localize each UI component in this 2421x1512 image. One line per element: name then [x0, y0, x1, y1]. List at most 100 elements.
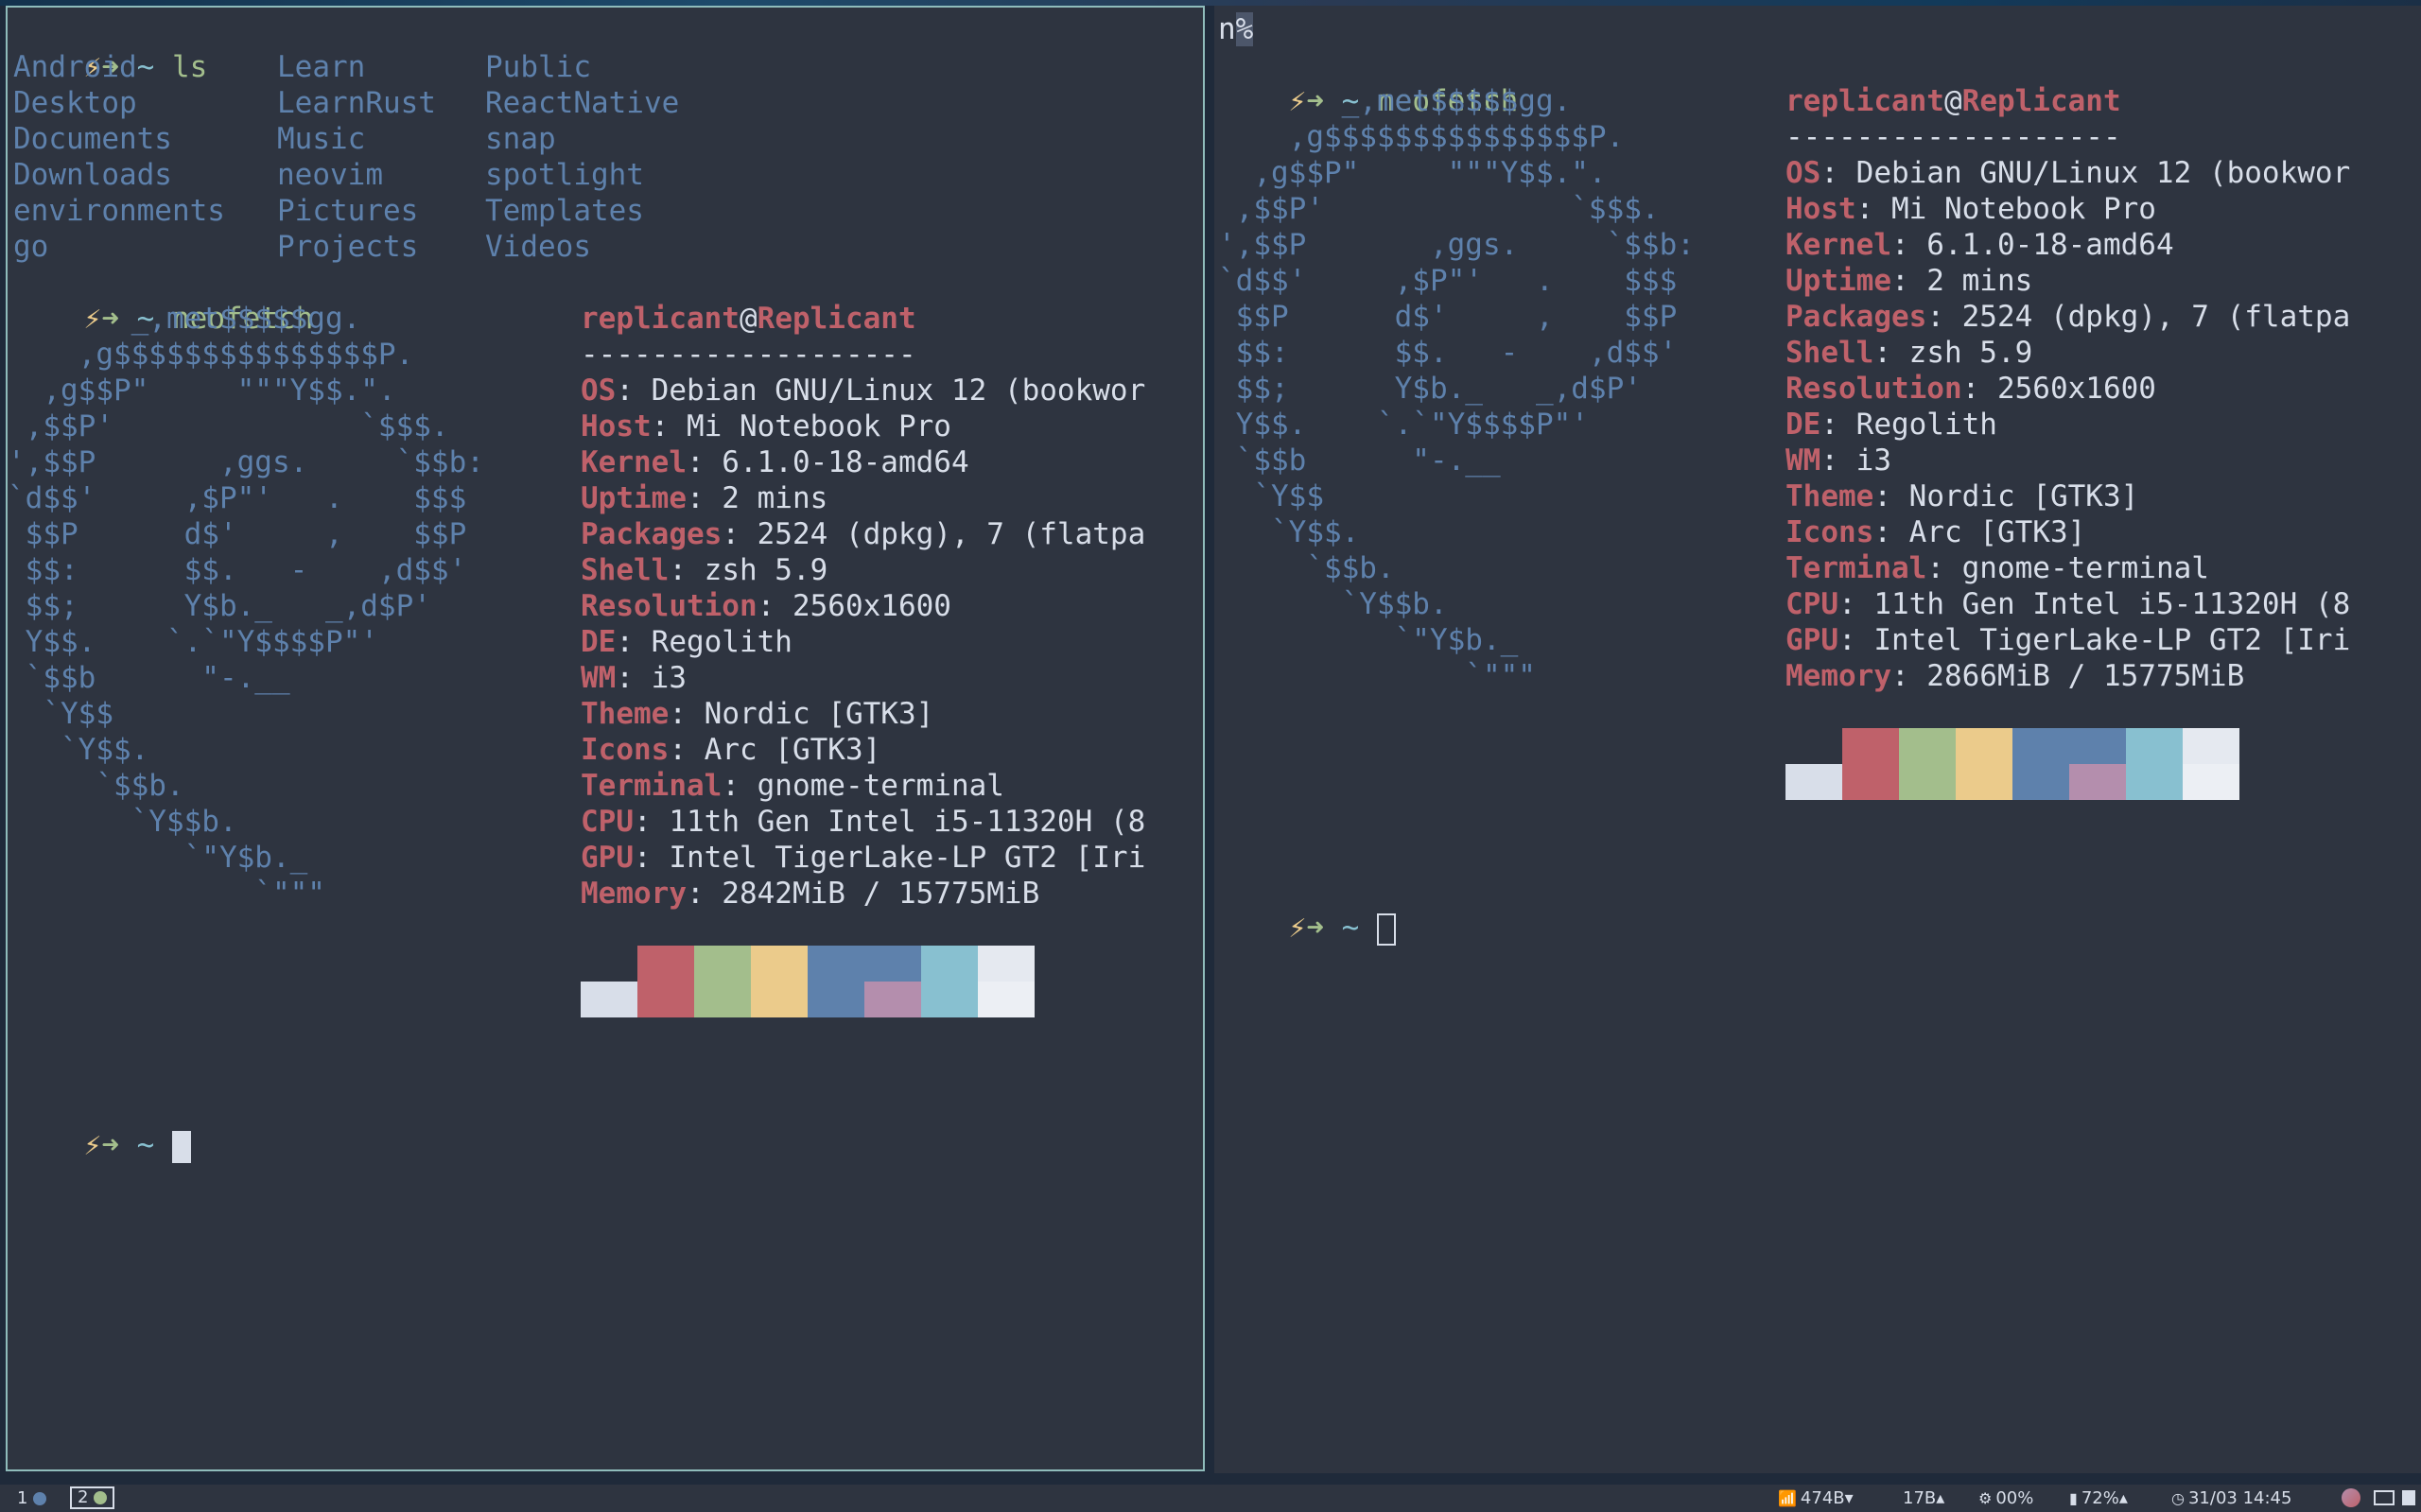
info-row: Uptime: 2 mins: [581, 480, 827, 516]
info-key: DE: [1785, 408, 1821, 442]
info-row: Host: Mi Notebook Pro: [1785, 191, 2156, 227]
info-value: : 2560x1600: [1961, 372, 2156, 406]
info-value: : Debian GNU/Linux 12 (bookwor: [616, 374, 1146, 408]
workspace-number: 2: [78, 1487, 89, 1507]
ls-entry: Videos: [485, 230, 591, 264]
terminal-right[interactable]: n% ⚡➜ ~ neofetch _,met$$$$$gg. ,g$$$$$$$…: [1214, 6, 2421, 1473]
info-value: : 6.1.0-18-amd64: [1890, 228, 2174, 262]
terminal-left[interactable]: ⚡➜ ~ ls Android Desktop Documents Downloads…: [6, 6, 1205, 1471]
info-key: CPU: [581, 805, 634, 839]
separator: -------------------: [1785, 120, 2121, 154]
info-value: : zsh 5.9: [1873, 336, 2033, 370]
prompt-line[interactable]: ⚡➜ ~: [13, 1091, 192, 1199]
logo-line: ,g$$P" """Y$$.".: [1218, 156, 1607, 190]
at-sign: @: [739, 302, 758, 336]
info-row: Shell: zsh 5.9: [1785, 335, 2032, 371]
workspace-1[interactable]: 1: [11, 1486, 52, 1510]
palette-swatch: [2126, 764, 2183, 800]
info-key: Uptime: [1785, 264, 1891, 298]
battery-stat[interactable]: ▮ 72%▴: [2069, 1485, 2128, 1512]
info-row: OS: Debian GNU/Linux 12 (bookwor: [1785, 155, 2350, 191]
info-key: Kernel: [1785, 228, 1891, 262]
user-host: replicant@Replicant: [581, 301, 916, 337]
info-value: : i3: [616, 661, 687, 695]
prompt-line[interactable]: ⚡➜ ~: [1218, 874, 1397, 982]
logo-line: `""": [1218, 659, 1536, 693]
separator: -------------------: [581, 338, 916, 372]
info-row: Shell: zsh 5.9: [581, 552, 827, 588]
logo-line: `"Y$b._: [1218, 623, 1519, 657]
info-value: : i3: [1820, 443, 1891, 478]
network-down-stat[interactable]: 📶 474B▾: [1778, 1485, 1854, 1512]
workspace-2[interactable]: 2: [70, 1486, 115, 1509]
ls-entry: Projects: [277, 230, 419, 264]
caret-down-icon: ▾: [1844, 1488, 1854, 1508]
ls-entry: Templates: [485, 194, 644, 228]
ls-entry: Android: [13, 50, 137, 84]
info-key: Terminal: [1785, 551, 1927, 585]
username: replicant: [581, 302, 740, 336]
power-icon[interactable]: [2342, 1488, 2360, 1507]
palette-swatch: [921, 946, 978, 982]
palette-swatch: [1899, 764, 1956, 800]
cpu-icon: ⚙: [1978, 1489, 1993, 1507]
info-row: WM: i3: [581, 660, 687, 696]
logo-line: _,met$$$$$gg.: [1218, 84, 1572, 118]
network-up-stat[interactable]: 17B▴: [1903, 1485, 1944, 1512]
logo-line: `$$b "-.__: [1218, 443, 1501, 478]
hostname: Replicant: [757, 302, 916, 336]
battery-value: 72%: [2081, 1488, 2119, 1508]
info-value: : 2866MiB / 15775MiB: [1890, 659, 2245, 693]
info-key: WM: [1785, 443, 1821, 478]
info-key: GPU: [581, 841, 634, 875]
palette-swatch: [1842, 728, 1899, 764]
info-key: Theme: [581, 697, 670, 731]
palette-swatch: [864, 982, 921, 1017]
logo-line: `Y$$b.: [8, 805, 237, 839]
info-key: Shell: [581, 553, 670, 587]
logo-line: `Y$$: [8, 697, 113, 731]
workspace-dot-icon: [33, 1492, 47, 1505]
info-value: : 2 mins: [1890, 264, 2033, 298]
info-row: Kernel: 6.1.0-18-amd64: [581, 444, 969, 480]
battery-icon: ▮: [2069, 1489, 2078, 1507]
window-icon[interactable]: [2374, 1490, 2395, 1505]
info-row: Theme: Nordic [GTK3]: [1785, 478, 2138, 514]
logo-line: ,g$$P" """Y$$.".: [8, 374, 396, 408]
logo-line: ',$$P ,ggs. `$$b:: [1218, 228, 1695, 262]
info-value: : gnome-terminal: [1926, 551, 2209, 585]
info-value: : Nordic [GTK3]: [1873, 479, 2139, 513]
palette-swatch: [1785, 764, 1842, 800]
info-row: DE: Regolith: [1785, 407, 1997, 443]
info-row: GPU: Intel TigerLake-LP GT2 [Iri: [1785, 622, 2350, 658]
info-key: Uptime: [581, 481, 687, 515]
info-key: Host: [1785, 192, 1856, 226]
caret-up-icon: ▴: [2118, 1488, 2128, 1508]
info-value: : Arc [GTK3]: [669, 733, 881, 767]
clock-stat[interactable]: ◷ 31/03 14:45: [2171, 1485, 2291, 1512]
info-row: WM: i3: [1785, 443, 1891, 478]
palette-swatch: [808, 982, 864, 1017]
info-row: Resolution: 2560x1600: [1785, 371, 2156, 407]
color-palette: [581, 946, 1035, 1017]
tray-icon[interactable]: [2402, 1490, 2415, 1505]
info-key: Resolution: [1785, 372, 1962, 406]
info-value: : Arc [GTK3]: [1873, 515, 2086, 549]
info-row: Uptime: 2 mins: [1785, 263, 2032, 299]
info-row: CPU: 11th Gen Intel i5-11320H (8: [1785, 586, 2350, 622]
ls-entry: Public: [485, 50, 591, 84]
info-key: Icons: [581, 733, 670, 767]
info-key: Kernel: [581, 445, 687, 479]
palette-swatch: [694, 946, 751, 982]
ls-entry: Learn: [277, 50, 366, 84]
palette-swatch: [2183, 764, 2239, 800]
cpu-stat[interactable]: ⚙ 00%: [1978, 1485, 2033, 1512]
palette-swatch: [1956, 764, 2012, 800]
cursor: [1377, 912, 1397, 946]
palette-swatch: [1956, 728, 2012, 764]
net-down-value: 474B: [1800, 1488, 1845, 1508]
info-row: Kernel: 6.1.0-18-amd64: [1785, 227, 2174, 263]
logo-line: _,met$$$$$gg.: [8, 302, 361, 336]
palette-swatch: [864, 946, 921, 982]
bolt-icon: ⚡: [1288, 911, 1307, 945]
